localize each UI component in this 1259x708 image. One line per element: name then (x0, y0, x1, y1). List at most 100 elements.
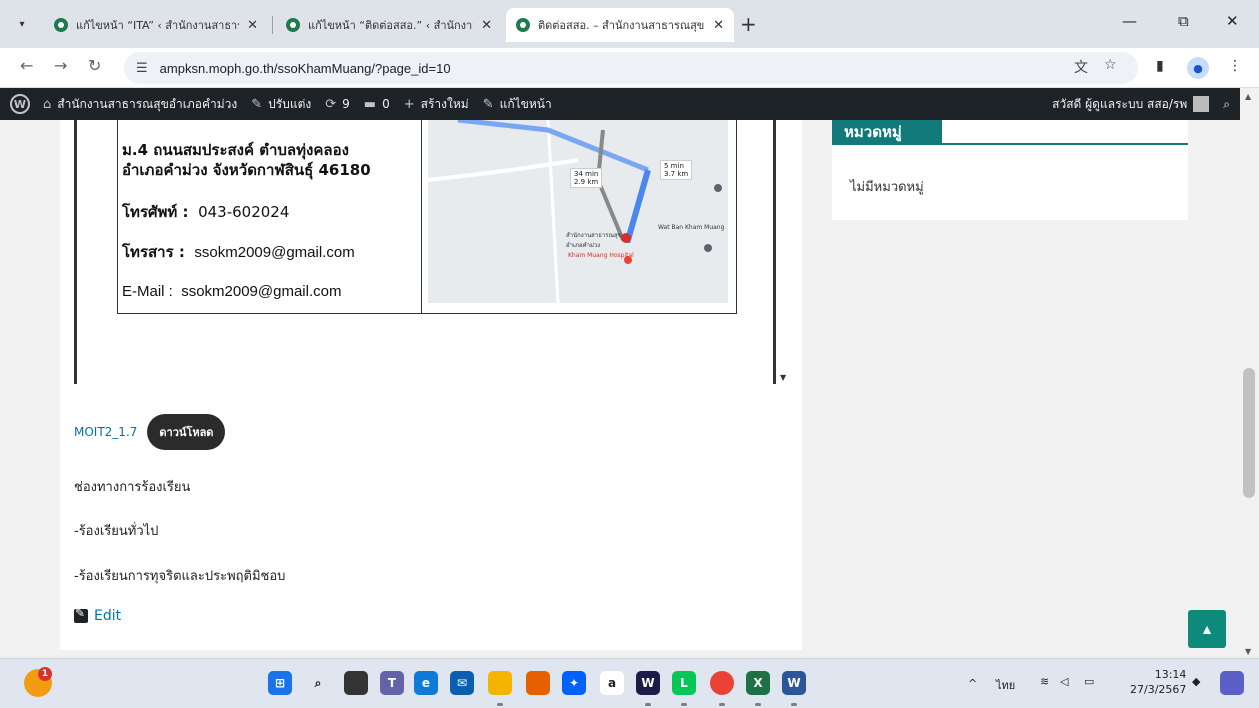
contact-info-cell: ม.4 ถนนสมประสงค์ ตำบลทุ่งคลอง อำเภอคำม่ว… (118, 120, 422, 314)
clock-time: 13:14 (1154, 668, 1187, 681)
wp-search-icon[interactable]: ⌕ (1223, 97, 1230, 112)
reload-icon[interactable]: ↻ (88, 56, 101, 75)
wp-updates[interactable]: ⟳ 9 (318, 97, 357, 112)
clock-date: 27/3/2567 (1130, 683, 1187, 696)
google-map[interactable]: 34 min 2.9 km 5 min 3.7 km สำนักงานสาธาร… (428, 120, 728, 303)
wp-admin-bar: W ⌂ สำนักงานสาธารณสุขอำเภอคำม่วง ✎ ปรับแ… (0, 88, 1240, 120)
start-menu-icon[interactable]: ⊞ (268, 671, 292, 695)
word-icon[interactable]: W (782, 671, 806, 695)
restore-button[interactable]: ⧉ (1178, 12, 1189, 30)
scroll-down-icon[interactable]: ▼ (1245, 647, 1251, 656)
embed-scrollbar[interactable]: ▼ (777, 120, 793, 384)
tab-title: แก้ไขหน้า “ติดต่อสสอ.” ‹ สำนักงานส (308, 19, 474, 32)
notification-bell-icon[interactable]: ◆ (1192, 675, 1200, 688)
wp-site-name[interactable]: ⌂ สำนักงานสาธารณสุขอำเภอคำม่วง (36, 95, 244, 114)
updates-count: 9 (342, 97, 350, 111)
wifi-icon[interactable]: ≋ (1040, 675, 1049, 688)
bookmark-star-icon[interactable]: ☆ (1104, 57, 1117, 73)
phone-value: 043-602024 (198, 203, 290, 221)
contact-table: ม.4 ถนนสมประสงค์ ตำบลทุ่งคลอง อำเภอคำม่ว… (117, 120, 737, 314)
widget-title: หมวดหมู่ (832, 120, 942, 144)
tab-close-icon[interactable]: ✕ (481, 18, 492, 33)
download-button[interactable]: ดาวน์โหลด (147, 414, 226, 450)
map-place-hospital: Kham Muang Hospital (568, 252, 634, 259)
document-link[interactable]: MOIT2_1.7 (74, 425, 137, 439)
site-favicon-icon (54, 18, 68, 32)
translate-icon[interactable]: 文 (1074, 57, 1088, 77)
battery-icon[interactable]: ▭ (1084, 675, 1094, 688)
edit-label: Edit (94, 608, 122, 624)
wp-comments[interactable]: ▬ 0 (357, 97, 397, 112)
wp-new-content[interactable]: + สร้างใหม่ (397, 95, 476, 114)
browser-menu-icon[interactable]: ⋮ (1228, 58, 1242, 74)
scroll-down-icon[interactable]: ▼ (780, 373, 786, 382)
tab-search-button[interactable]: ▾ (8, 10, 36, 38)
tab-ita-edit[interactable]: แก้ไขหน้า “ITA” ‹ สำนักงานสาธารณ ✕ (44, 8, 268, 42)
tab-separator (272, 16, 273, 34)
line-icon[interactable]: L (672, 671, 696, 695)
comments-count: 0 (382, 97, 390, 111)
site-info-icon[interactable]: ☰ (136, 61, 148, 76)
language-indicator[interactable]: ไทย (996, 676, 1015, 694)
minimize-button[interactable]: — (1122, 12, 1137, 30)
site-favicon-icon (286, 18, 300, 32)
new-tab-button[interactable]: + (740, 12, 757, 36)
dropbox-icon[interactable]: ✦ (562, 671, 586, 695)
address-bar[interactable]: ☰ ampksn.moph.go.th/ssoKhamMuang/?page_i… (124, 52, 1138, 84)
email-value: ssokm2009@gmail.com (181, 283, 342, 300)
page-scrollbar[interactable]: ▲ ▼ (1240, 88, 1259, 658)
task-view-icon[interactable] (344, 671, 368, 695)
wordpress-logo-icon[interactable]: W (10, 94, 30, 114)
copilot-icon[interactable] (1220, 671, 1244, 695)
site-name-label: สำนักงานสาธารณสุขอำเภอคำม่วง (57, 96, 238, 111)
embedded-frame[interactable]: ม.4 ถนนสมประสงค์ ตำบลทุ่งคลอง อำเภอคำม่ว… (74, 120, 786, 384)
back-to-top-button[interactable]: ▲ (1188, 610, 1226, 648)
walk-distance: 2.9 km (574, 178, 599, 186)
complaint-channels-heading: ช่องทางการร้องเรียน (74, 480, 191, 495)
mail-icon[interactable]: ✉ (450, 671, 474, 695)
wp-greeting[interactable]: สวัสดี ผู้ดูแลระบบ สสอ/รพ (1052, 95, 1187, 114)
email-line: E-Mail : ssokm2009@gmail.com (122, 283, 341, 300)
search-icon[interactable]: ⌕ (306, 671, 330, 695)
file-explorer-icon[interactable] (488, 671, 512, 695)
wp-customize[interactable]: ✎ ปรับแต่ง (244, 95, 318, 114)
excel-icon[interactable]: X (746, 671, 770, 695)
forward-arrow-icon[interactable]: → (54, 56, 67, 75)
close-window-button[interactable]: ✕ (1226, 12, 1239, 30)
tab-contact-page[interactable]: ติดต่อสสอ. – สำนักงานสาธารณสุขอ ✕ (506, 8, 734, 42)
chrome-icon[interactable] (710, 671, 734, 695)
drive-distance: 3.7 km (664, 170, 689, 178)
scrollbar-thumb[interactable] (1243, 368, 1255, 498)
updates-icon: ⟳ (325, 96, 337, 112)
windows-taskbar: 1 ⊞ ⌕ T e ✉ ✦ a W L X W ^ ไทย ≋ ◁ ▭ 13:1… (0, 658, 1259, 708)
new-content-label: สร้างใหม่ (420, 96, 469, 111)
app-icon[interactable]: W (636, 671, 660, 695)
user-avatar[interactable] (1193, 96, 1210, 112)
fax-value: ssokm2009@gmail.com (194, 244, 355, 261)
tab-contact-edit[interactable]: แก้ไขหน้า “ติดต่อสสอ.” ‹ สำนักงานส ✕ (276, 8, 502, 42)
amazon-icon[interactable]: a (600, 671, 624, 695)
brush-icon: ✎ (251, 96, 263, 112)
download-row: MOIT2_1.7 ดาวน์โหลด (74, 414, 226, 450)
show-hidden-icons[interactable]: ^ (968, 677, 977, 690)
firefox-icon[interactable] (526, 671, 550, 695)
url-text[interactable]: ampksn.moph.go.th/ssoKhamMuang/?page_id=… (160, 61, 451, 76)
system-clock[interactable]: 13:14 27/3/2567 (1130, 667, 1186, 697)
pencil-icon: ✎ (482, 96, 494, 112)
back-arrow-icon[interactable]: ← (20, 56, 33, 75)
profile-avatar-icon[interactable]: ● (1187, 57, 1209, 79)
edge-icon[interactable]: e (414, 671, 438, 695)
tab-close-icon[interactable]: ✕ (713, 18, 724, 33)
no-categories-text: ไม่มีหมวดหมู่ (850, 180, 924, 195)
teams-icon[interactable]: T (380, 671, 404, 695)
edit-link[interactable]: Edit (74, 606, 122, 624)
side-panel-icon[interactable]: ▮ (1156, 58, 1164, 74)
notification-badge: 1 (38, 667, 52, 681)
dashboard-icon: ⌂ (43, 96, 52, 112)
edit-page-label: แก้ไขหน้า (499, 96, 552, 111)
walk-route-label: 34 min 2.9 km (570, 168, 603, 188)
scroll-up-icon[interactable]: ▲ (1245, 92, 1251, 101)
wp-edit-page[interactable]: ✎ แก้ไขหน้า (476, 95, 559, 114)
tab-close-icon[interactable]: ✕ (247, 18, 258, 33)
volume-icon[interactable]: ◁ (1060, 675, 1068, 688)
